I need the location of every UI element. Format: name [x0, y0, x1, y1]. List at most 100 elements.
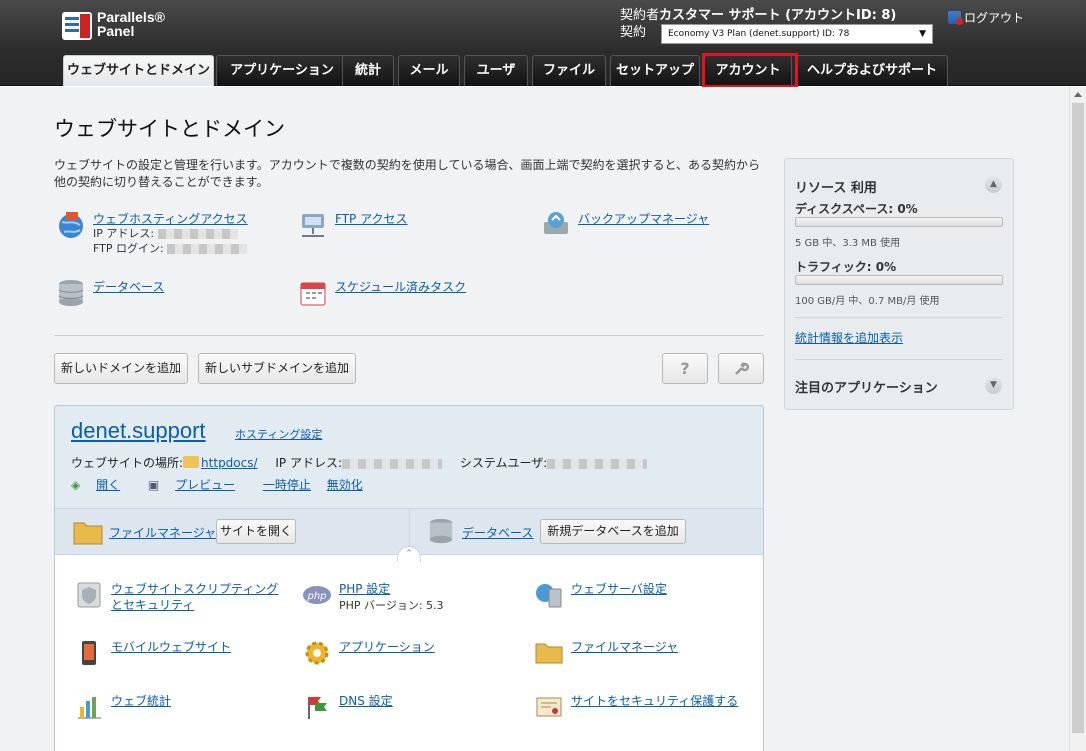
domain-ip-label: IP アドレス:: [275, 456, 342, 470]
disk-usage-text: 5 GB 中、3.3 MB 使用: [795, 238, 901, 249]
tab-files[interactable]: ファイル: [532, 55, 606, 86]
tab-mail[interactable]: メール: [398, 55, 460, 86]
subscriber-label: 契約者: [620, 8, 660, 23]
feature-secure: サイトをセキュリティ保護する: [535, 693, 755, 723]
disk-label: ディスクスペース: 0%: [795, 202, 918, 216]
web-stats-link[interactable]: ウェブ統計: [111, 693, 171, 709]
featured-apps-title[interactable]: 注目のアプリケーション: [795, 377, 938, 396]
add-subdomain-button[interactable]: 新しいサブドメインを追加: [198, 353, 356, 384]
domain-name-link[interactable]: denet.support: [71, 418, 206, 444]
globe-icon: [59, 212, 83, 238]
file-manager-link[interactable]: ファイルマネージャ: [109, 524, 216, 541]
more-stats-link[interactable]: 統計情報を追加表示: [795, 329, 903, 346]
backup-manager-link[interactable]: バックアップマネージャ: [578, 210, 709, 227]
database-icon: [58, 280, 84, 306]
add-database-button[interactable]: 新規データベースを追加: [540, 519, 686, 544]
preview-icon: ▣: [147, 478, 160, 492]
mobile-icon: [82, 641, 96, 665]
sidebar: リソース 利用 ▲ ディスクスペース: 0% 5 GB 中、3.3 MB 使用 …: [784, 158, 1014, 410]
webserver-icon: [536, 584, 562, 608]
logout-link[interactable]: ログアウト: [948, 9, 1024, 26]
scroll-thumb[interactable]: [1072, 103, 1084, 733]
folder-icon: [535, 643, 563, 664]
open-link[interactable]: 開く: [96, 478, 120, 492]
add-domain-button[interactable]: 新しいドメインを追加: [54, 353, 188, 384]
databases-link[interactable]: データベース: [93, 278, 164, 295]
tab-applications[interactable]: アプリケーション: [216, 55, 348, 86]
preview-link[interactable]: プレビュー: [175, 478, 235, 492]
subscription-label: 契約: [620, 25, 647, 40]
dns-settings-link[interactable]: DNS 設定: [339, 693, 393, 709]
tab-statistics[interactable]: 統計: [342, 55, 394, 86]
hosting-settings-link[interactable]: ホスティング設定: [235, 426, 322, 442]
account-tab-highlight: [702, 53, 798, 88]
page-title: ウェブサイトとドメイン: [54, 117, 285, 141]
sysuser-label: システムユーザ:: [459, 456, 548, 470]
disk-usage-bar: [795, 217, 1003, 227]
parallels-logo[interactable]: Parallels® Panel: [62, 10, 182, 44]
feature-webserver: ウェブサーバ設定: [535, 581, 735, 615]
calendar-icon: [300, 282, 326, 306]
domain-features: ウェブサイトスクリプティングとセキュリティ php PHP 設定 PHP バージ…: [55, 554, 763, 751]
php-version: PHP バージョン: 5.3: [339, 599, 444, 612]
disable-link[interactable]: 無効化: [327, 478, 363, 492]
gear-icon: [305, 641, 329, 665]
dropdown-arrow-icon: ▼: [919, 29, 926, 39]
bar-chart-icon: [78, 697, 101, 719]
webserver-settings-link[interactable]: ウェブサーバ設定: [571, 581, 667, 597]
hosting-access-link[interactable]: ウェブホスティングアクセス: [93, 210, 248, 227]
tab-setup[interactable]: セットアップ: [610, 55, 700, 86]
open-icon: ◈: [71, 478, 81, 492]
tool-backup: バックアップマネージャ: [541, 210, 741, 240]
file-manager-feature-link[interactable]: ファイルマネージャ: [571, 639, 678, 655]
domain-databases-link[interactable]: データベース: [462, 524, 533, 541]
open-action[interactable]: ◈ 開く: [71, 478, 132, 492]
expand-featured-button[interactable]: ▼: [985, 377, 1002, 394]
docroot-link[interactable]: httpdocs/: [201, 456, 257, 470]
open-site-button[interactable]: サイトを開く: [216, 519, 296, 544]
tool-hosting-access: ウェブホスティングアクセス IP アドレス: FTP ログイン:: [56, 210, 286, 258]
folder-icon: [183, 456, 200, 468]
suspend-link[interactable]: 一時停止: [263, 478, 311, 492]
subscription-value: Economy V3 Plan (denet.support) ID: 78: [668, 29, 850, 39]
help-button[interactable]: ?: [662, 353, 708, 384]
vertical-scrollbar[interactable]: [1069, 87, 1086, 751]
logout-label: ログアウト: [964, 11, 1025, 25]
ftp-login-redacted: [167, 244, 248, 254]
domain-actions: ◈ 開く ▣ プレビュー 一時停止 無効化: [71, 476, 375, 493]
chevron-up-icon: ⌃: [405, 549, 413, 559]
feature-php: php PHP 設定 PHP バージョン: 5.3: [303, 581, 503, 615]
traffic-usage-bar: [795, 275, 1003, 285]
ftp-access-link[interactable]: FTP アクセス: [335, 210, 407, 227]
php-settings-link[interactable]: PHP 設定: [339, 581, 390, 597]
collapse-resources-button[interactable]: ▲: [985, 176, 1002, 193]
ip-redacted: [157, 229, 238, 239]
backup-icon: [544, 212, 568, 234]
sysuser-redacted: [547, 458, 648, 469]
settings-button[interactable]: [718, 353, 764, 384]
shield-icon: [77, 582, 101, 608]
ftp-icon: [302, 214, 324, 237]
traffic-usage-text: 100 GB/月 中、0.7 MB/月 使用: [795, 296, 940, 307]
wrench-icon: [735, 362, 750, 375]
tab-help-support[interactable]: ヘルプおよびサポート: [796, 55, 948, 86]
secure-site-link[interactable]: サイトをセキュリティ保護する: [571, 693, 738, 709]
domain-ip-redacted: [342, 458, 442, 469]
scheduled-tasks-link[interactable]: スケジュール済みタスク: [335, 278, 466, 295]
location-label: ウェブサイトの場所:: [71, 456, 184, 470]
subscription-select[interactable]: Economy V3 Plan (denet.support) ID: 78 ▼: [661, 24, 933, 44]
flags-icon: [308, 697, 327, 719]
logout-icon: [948, 11, 963, 25]
feature-applications: アプリケーション: [303, 639, 503, 669]
ftp-login-label: FTP ログイン:: [93, 242, 164, 255]
scripting-link[interactable]: ウェブサイトスクリプティングとセキュリティ: [111, 581, 289, 613]
page-intro: ウェブサイトの設定と管理を行います。アカウントで複数の契約を使用している場合、画…: [54, 158, 760, 189]
mobile-website-link[interactable]: モバイルウェブサイト: [111, 639, 231, 655]
preview-action[interactable]: ▣ プレビュー: [148, 478, 247, 492]
tab-users[interactable]: ユーザ: [464, 55, 528, 86]
logo-icon: [62, 12, 92, 40]
feature-file-manager: ファイルマネージャ: [535, 639, 735, 669]
applications-link[interactable]: アプリケーション: [339, 639, 435, 655]
tab-websites-domains[interactable]: ウェブサイトとドメイン: [63, 55, 214, 86]
ip-label: IP アドレス:: [93, 227, 155, 240]
